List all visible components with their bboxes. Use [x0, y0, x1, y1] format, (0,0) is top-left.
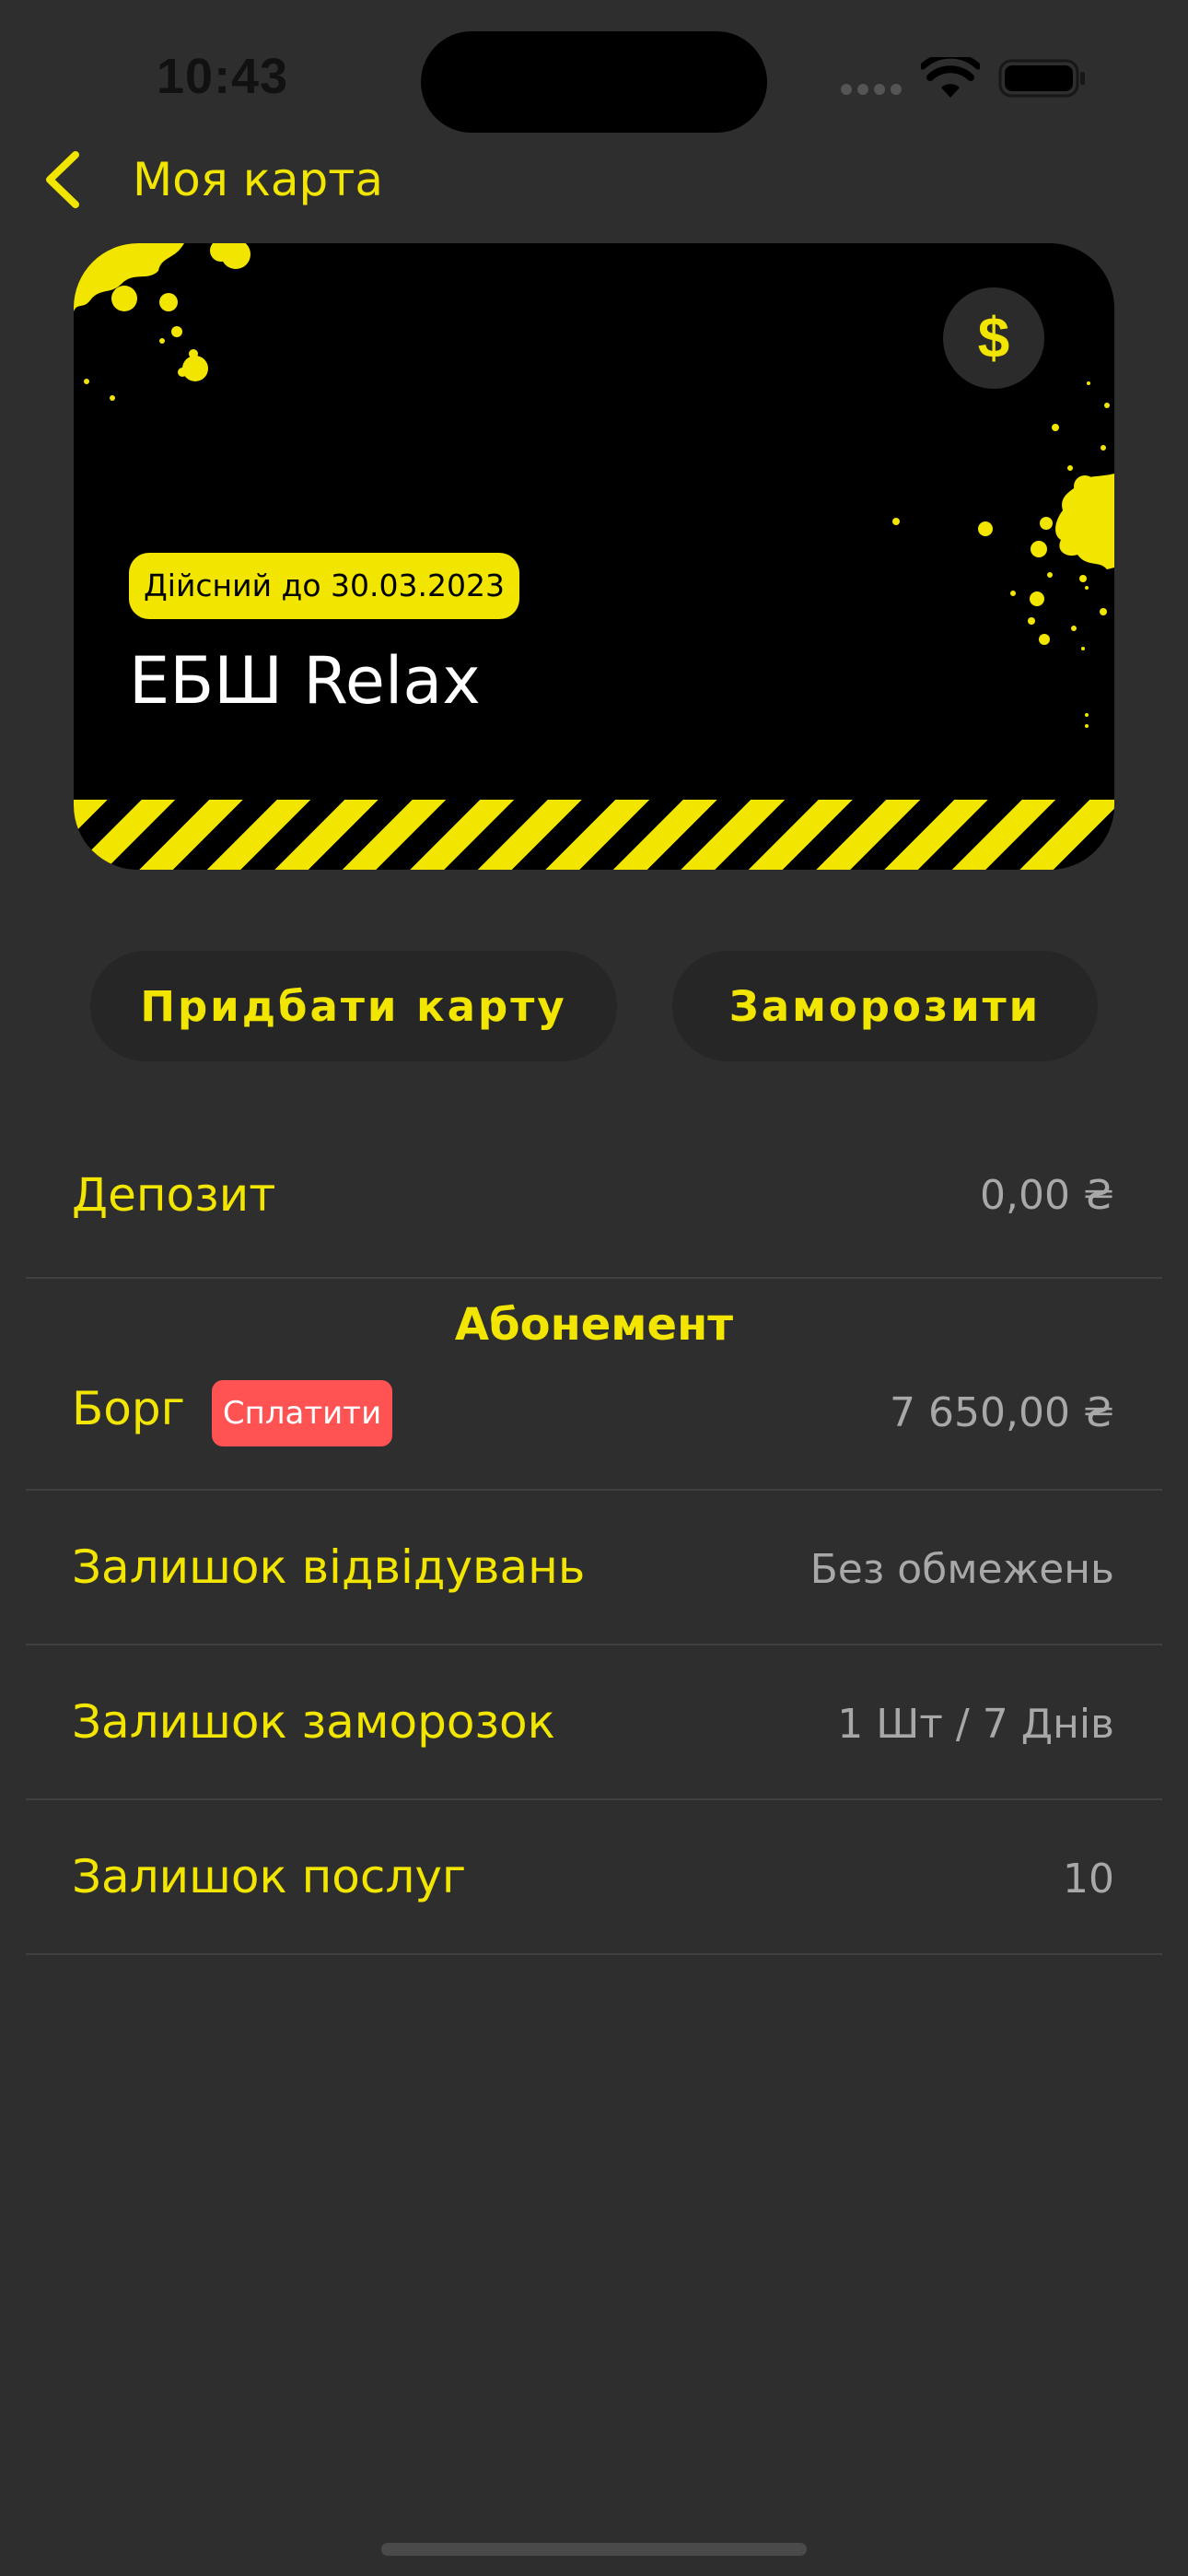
divider	[26, 1798, 1162, 1800]
card-name: ЕБШ Relax	[129, 643, 481, 719]
freezes-remaining-label: Залишок заморозок	[72, 1695, 555, 1749]
card-hazard-stripes	[74, 800, 1114, 870]
divider	[26, 1953, 1162, 1955]
dynamic-island	[421, 31, 767, 133]
freezes-remaining-value: 1 Шт / 7 Днів	[837, 1701, 1114, 1748]
deposit-label: Депозит	[72, 1168, 276, 1222]
freeze-button[interactable]: Заморозити	[672, 951, 1098, 1061]
visits-remaining-label: Залишок відвідувань	[72, 1540, 586, 1594]
membership-card[interactable]: $ Дійсний до 30.03.2023 ЕБШ Relax	[74, 243, 1114, 870]
signal-icon	[841, 84, 902, 95]
divider	[26, 1489, 1162, 1491]
deposit-value: 0,00 ₴	[979, 1172, 1114, 1219]
chevron-left-icon	[46, 151, 79, 208]
debt-value: 7 650,00 ₴	[890, 1389, 1114, 1436]
card-valid-until-badge: Дійсний до 30.03.2023	[129, 553, 519, 619]
debt-label: Борг	[72, 1382, 185, 1435]
services-remaining-label: Залишок послуг	[72, 1850, 467, 1903]
wifi-icon	[921, 57, 980, 98]
home-indicator[interactable]	[381, 2543, 807, 2556]
back-button[interactable]	[24, 143, 98, 217]
visits-remaining-value: Без обмежень	[809, 1546, 1114, 1593]
page-title: Моя карта	[133, 153, 384, 206]
subscription-title: Абонемент	[454, 1299, 734, 1351]
divider	[26, 1277, 1162, 1279]
services-remaining-value: 10	[1063, 1856, 1114, 1903]
status-time: 10:43	[157, 49, 289, 104]
pay-button[interactable]: Сплатити	[212, 1380, 392, 1446]
currency-dollar-icon: $	[943, 287, 1044, 389]
battery-icon	[998, 59, 1085, 98]
buy-card-button[interactable]: Придбати карту	[90, 951, 617, 1061]
divider	[26, 1644, 1162, 1645]
